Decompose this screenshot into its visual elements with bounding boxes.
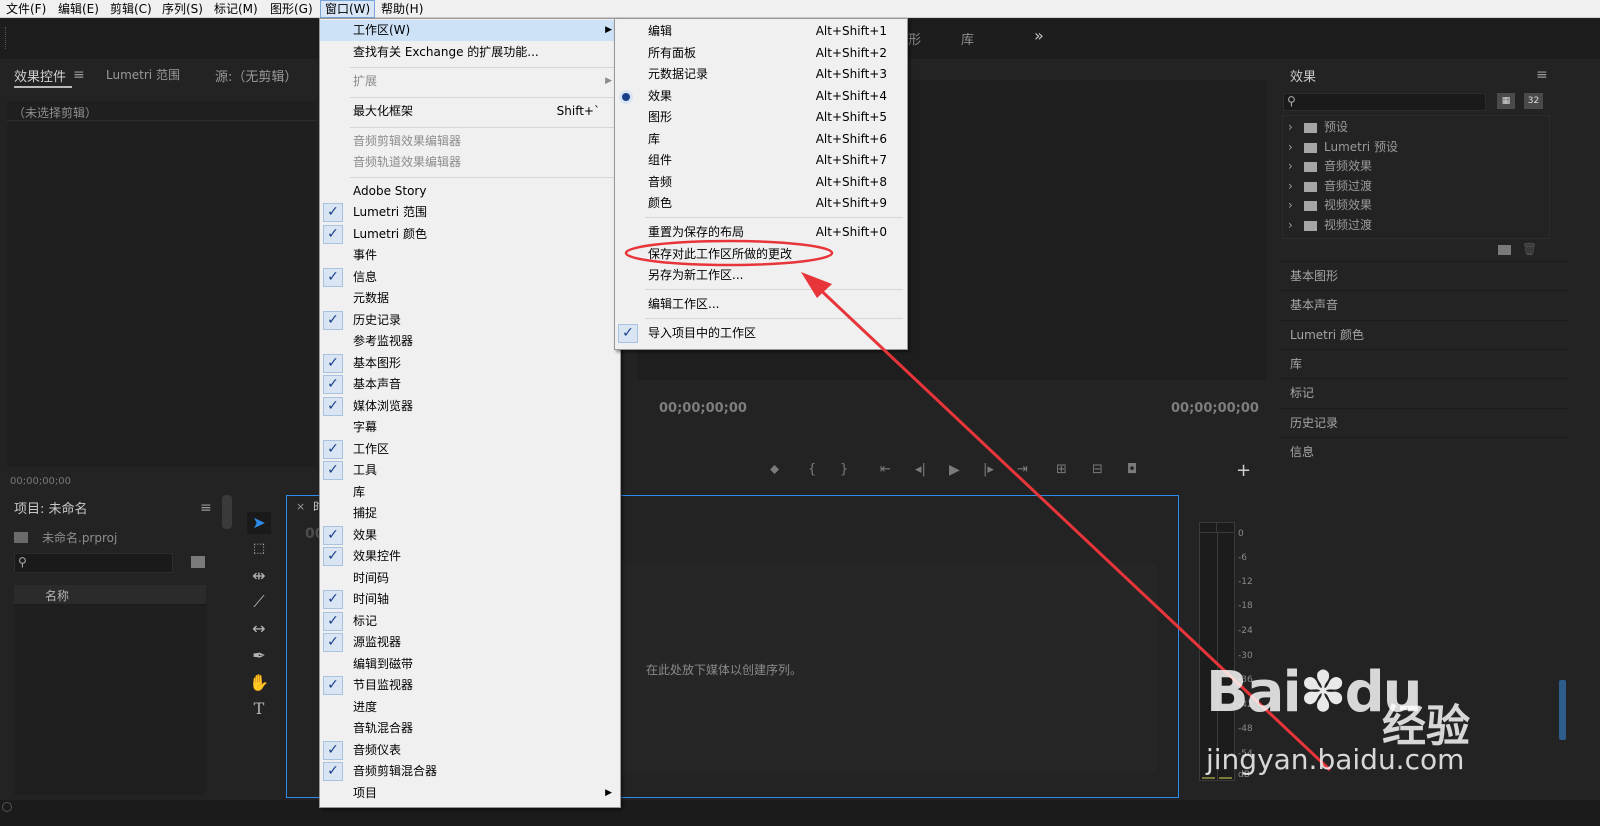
highlight-ellipse bbox=[624, 239, 834, 267]
paw-icon: ✽ bbox=[1299, 660, 1347, 725]
watermark-url: jingyan.baidu.com bbox=[1206, 743, 1465, 776]
watermark-brand-part1: Bai bbox=[1206, 660, 1302, 725]
annotation-arrow-head bbox=[801, 272, 832, 298]
